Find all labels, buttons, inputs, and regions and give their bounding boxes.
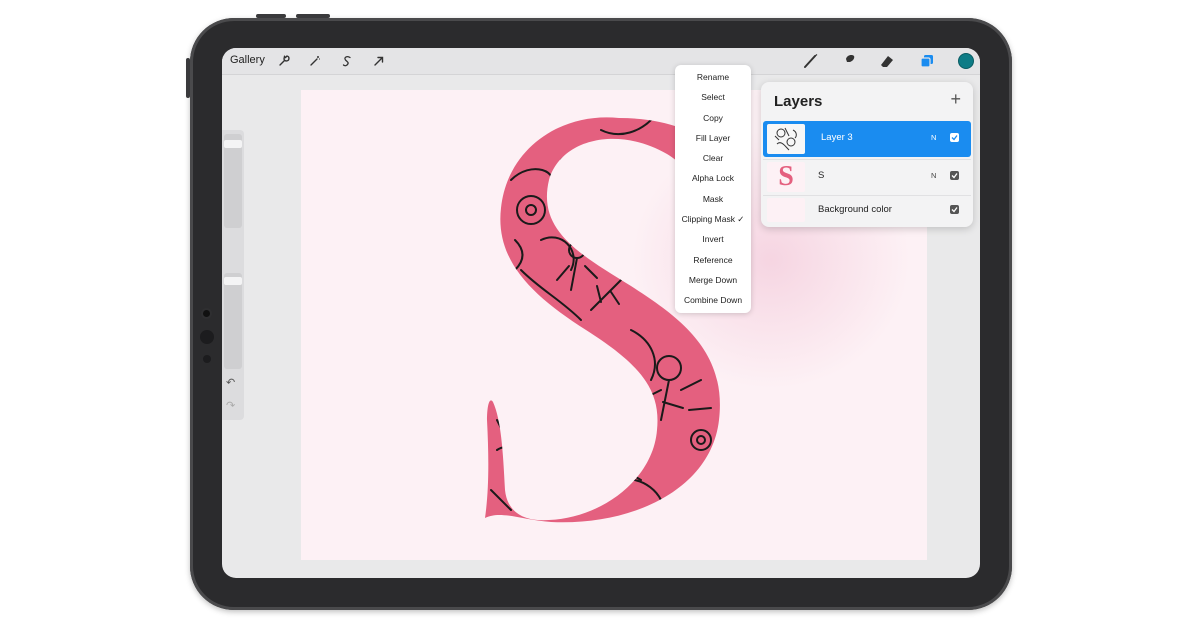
menu-fill-layer[interactable]: Fill Layer [675,128,751,148]
layers-panel-title: Layers [774,93,823,110]
gallery-button[interactable]: Gallery [230,54,265,66]
menu-clear[interactable]: Clear [675,148,751,168]
layer-thumbnail: S [767,162,805,192]
layer-row-s[interactable]: S S N [763,159,971,195]
top-toolbar: Gallery [222,48,980,75]
menu-combine-down[interactable]: Combine Down [675,290,751,310]
add-layer-button[interactable]: + [950,89,961,110]
menu-rename[interactable]: Rename [675,67,751,87]
brush-icon[interactable] [802,52,820,70]
layer-row-layer-3[interactable]: Layer 3 N [763,121,971,157]
brush-size-thumb[interactable] [224,140,242,148]
camera-sensor [200,330,214,344]
menu-alpha-lock[interactable]: Alpha Lock [675,168,751,188]
menu-select[interactable]: Select [675,87,751,107]
color-picker-swatch[interactable] [958,53,974,69]
menu-invert[interactable]: Invert [675,229,751,249]
side-button [186,58,190,98]
wrench-icon[interactable] [275,52,293,70]
redo-icon[interactable]: ↷ [226,399,235,412]
menu-merge-down[interactable]: Merge Down [675,270,751,290]
blend-mode-indicator[interactable]: N [931,171,936,180]
layer-row-background-color[interactable]: Background color [763,195,971,225]
smudge-icon[interactable] [840,52,858,70]
thumbnail-letter: S [778,162,794,192]
menu-copy[interactable]: Copy [675,108,751,128]
magic-wand-icon[interactable] [306,52,324,70]
layers-panel: Layers + Layer 3 N S S N Background colo… [761,82,973,227]
layer-options-menu: Rename Select Copy Fill Layer Clear Alph… [675,65,751,313]
layers-icon[interactable] [918,52,936,70]
visibility-checkbox[interactable] [950,205,959,214]
background-color-swatch [767,198,805,222]
menu-clipping-mask[interactable]: Clipping Mask ✓ [675,209,751,229]
top-button-left [256,14,286,18]
brush-size-slider[interactable] [224,134,242,228]
layer-name[interactable]: S [818,170,824,181]
blend-mode-indicator[interactable]: N [931,133,936,142]
left-sidebar: ↶ ↷ [222,130,244,420]
opacity-thumb[interactable] [224,277,242,285]
visibility-checkbox[interactable] [950,171,959,180]
eraser-icon[interactable] [878,52,896,70]
layer-thumbnail [767,124,805,154]
selection-icon[interactable] [338,52,356,70]
opacity-slider[interactable] [224,273,242,369]
camera-flash [203,355,211,363]
menu-mask[interactable]: Mask [675,189,751,209]
layer-name[interactable]: Background color [818,204,892,215]
undo-icon[interactable]: ↶ [226,376,235,389]
front-camera [203,310,210,317]
menu-reference[interactable]: Reference [675,250,751,270]
visibility-checkbox[interactable] [950,133,959,142]
transform-arrow-icon[interactable] [370,52,388,70]
app-screen: Gallery ↶ ↷ Rename Select Copy Fill Laye… [222,48,980,578]
top-button-right [296,14,330,18]
layer-name[interactable]: Layer 3 [821,132,853,143]
